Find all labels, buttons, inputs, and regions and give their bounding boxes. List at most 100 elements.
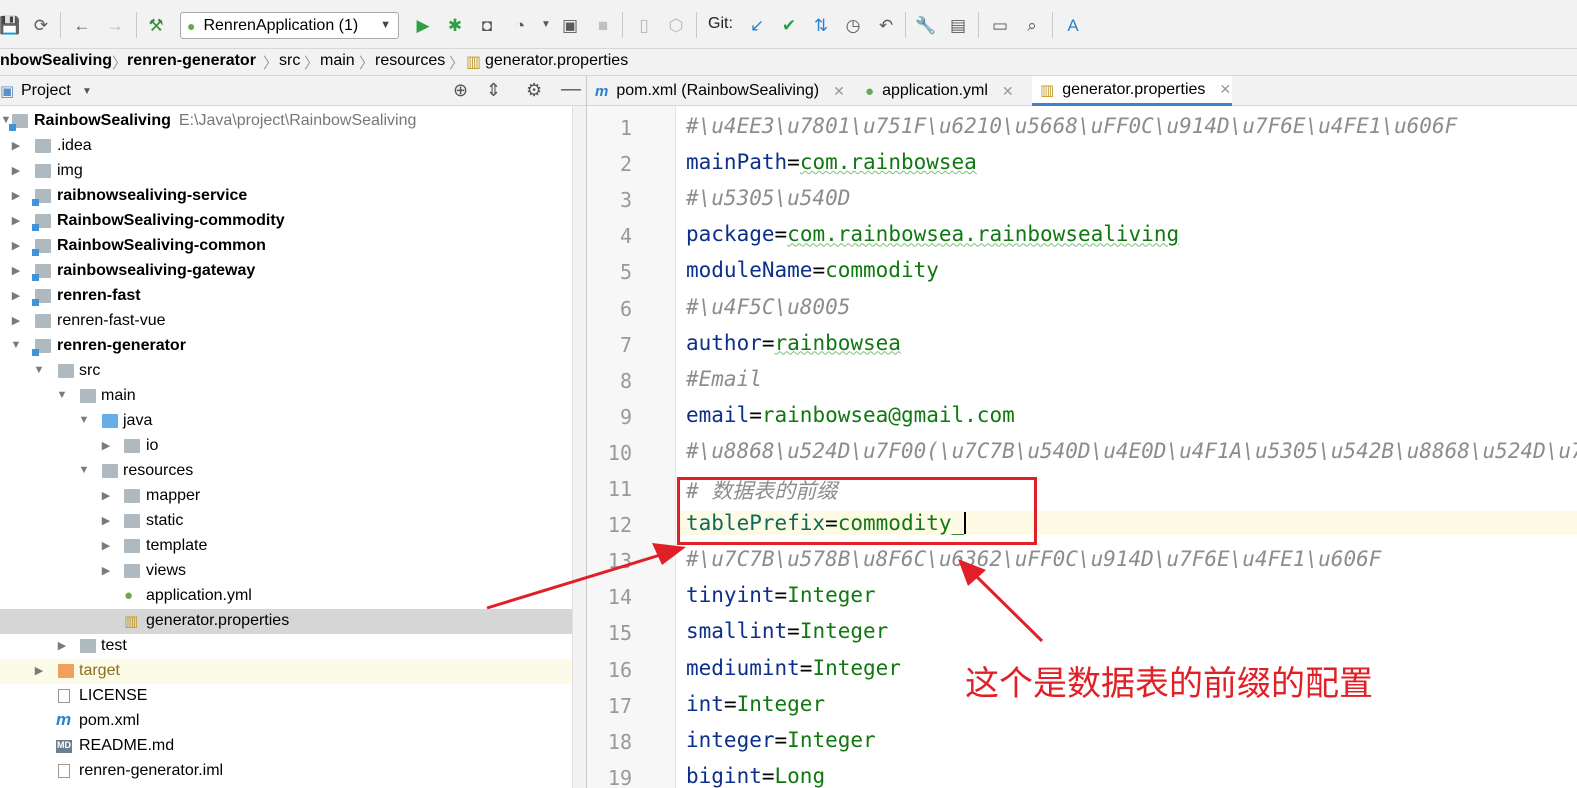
code-line[interactable]: #\u4F5C\u8005 bbox=[686, 295, 850, 319]
code-line[interactable]: int=Integer bbox=[686, 692, 825, 716]
tree-item-static[interactable]: ▶ static bbox=[0, 509, 572, 534]
chevron-right-icon[interactable]: ▶ bbox=[100, 564, 112, 577]
tree-item-pom-xml[interactable]: m pom.xml bbox=[0, 709, 572, 734]
tab-application-yml[interactable]: ● application.yml ✕ bbox=[857, 76, 1027, 106]
chevron-right-icon[interactable]: ▶ bbox=[10, 164, 22, 177]
more-run-options-icon[interactable]: ▼ bbox=[534, 13, 558, 37]
code-line[interactable]: smallint=Integer bbox=[686, 619, 888, 643]
code-line[interactable]: #\u8868\u524D\u7F00(\u7C7B\u540D\u4E0D\u… bbox=[686, 439, 1577, 463]
close-icon[interactable]: ✕ bbox=[1219, 81, 1231, 98]
tree-item-license[interactable]: LICENSE bbox=[0, 684, 572, 709]
code-line[interactable]: email=rainbowsea@gmail.com bbox=[686, 403, 1015, 427]
code-line[interactable]: mediumint=Integer bbox=[686, 656, 901, 680]
breadcrumb-item[interactable]: src bbox=[279, 52, 300, 70]
search-icon[interactable]: ⌕ bbox=[1020, 13, 1044, 37]
close-icon[interactable]: ✕ bbox=[833, 83, 845, 100]
collapse-all-icon[interactable]: ⇕ bbox=[486, 80, 501, 101]
tree-item-renren-fast[interactable]: ▶ renren-fast bbox=[0, 284, 572, 309]
breadcrumb-item[interactable]: nbowSealiving bbox=[0, 52, 112, 70]
chevron-right-icon[interactable]: ▶ bbox=[10, 189, 22, 202]
tree-item-renren-generator[interactable]: ▼ renren-generator bbox=[0, 334, 572, 359]
chevron-right-icon[interactable]: ▶ bbox=[10, 314, 22, 327]
chevron-right-icon[interactable]: ▶ bbox=[10, 264, 22, 277]
code-line[interactable]: #\u5305\u540D bbox=[686, 186, 850, 210]
tree-item-target[interactable]: ▶ target bbox=[0, 659, 572, 684]
debug-icon[interactable]: ✱ bbox=[443, 13, 467, 37]
tree-item-iml[interactable]: renren-generator.iml bbox=[0, 759, 572, 784]
rollback-icon[interactable]: ↶ bbox=[874, 13, 898, 37]
chevron-down-icon[interactable]: ▼ bbox=[78, 414, 90, 426]
code-line[interactable]: tinyint=Integer bbox=[686, 583, 876, 607]
tree-item-io[interactable]: ▶ io bbox=[0, 434, 572, 459]
code-line[interactable]: mainPath=com.rainbowsea bbox=[686, 150, 977, 174]
code-line[interactable]: integer=Integer bbox=[686, 728, 876, 752]
history-icon[interactable]: ◷ bbox=[841, 13, 865, 37]
attach-debugger-icon[interactable]: ▣ bbox=[558, 13, 582, 37]
save-icon[interactable]: 💾 bbox=[0, 13, 22, 37]
tree-item-views[interactable]: ▶ views bbox=[0, 559, 572, 584]
tree-item-common[interactable]: ▶ RainbowSealiving-common bbox=[0, 234, 572, 259]
chevron-right-icon[interactable]: ▶ bbox=[10, 289, 22, 302]
tree-item-renren-fast-vue[interactable]: ▶ renren-fast-vue bbox=[0, 309, 572, 334]
breadcrumb-item[interactable]: generator.properties bbox=[485, 52, 628, 70]
git-update-icon[interactable]: ↙ bbox=[745, 13, 769, 37]
run-configuration-dropdown[interactable]: ● RenrenApplication (1) ▼ bbox=[180, 12, 399, 39]
git-push-icon[interactable]: ⇅ bbox=[809, 13, 833, 37]
tree-item-idea[interactable]: ▶ .idea bbox=[0, 134, 572, 159]
sync-icon[interactable]: ⟳ bbox=[29, 13, 53, 37]
tree-item-img[interactable]: ▶ img bbox=[0, 159, 572, 184]
gear-icon[interactable]: ⚙ bbox=[526, 80, 542, 101]
chevron-right-icon[interactable]: ▶ bbox=[33, 664, 45, 677]
breadcrumb-item[interactable]: resources bbox=[375, 52, 445, 70]
back-icon[interactable]: ← bbox=[70, 13, 94, 37]
chevron-down-icon[interactable]: ▼ bbox=[33, 364, 45, 376]
terminal-icon[interactable]: ▭ bbox=[988, 13, 1012, 37]
translate-icon[interactable]: A bbox=[1061, 13, 1085, 37]
package-icon[interactable]: ⬡ bbox=[664, 13, 688, 37]
tree-item-src[interactable]: ▼ src bbox=[0, 359, 572, 384]
stop-icon[interactable]: ■ bbox=[591, 13, 615, 37]
tree-item-main[interactable]: ▼ main bbox=[0, 384, 572, 409]
code-line[interactable]: author=rainbowsea bbox=[686, 331, 901, 355]
chevron-right-icon[interactable]: ▶ bbox=[100, 439, 112, 452]
tree-item-gateway[interactable]: ▶ rainbowsealiving-gateway bbox=[0, 259, 572, 284]
chevron-right-icon[interactable]: ▶ bbox=[56, 639, 68, 652]
device-icon[interactable]: ▯ bbox=[632, 13, 656, 37]
code-line[interactable]: #\u7C7B\u578B\u8F6C\u6362\uFF0C\u914D\u7… bbox=[686, 547, 1381, 571]
chevron-down-icon[interactable]: ▼ bbox=[10, 339, 22, 351]
tab-pom-xml[interactable]: m pom.xml (RainbowSealiving) ✕ bbox=[587, 76, 854, 106]
chevron-down-icon[interactable]: ▼ bbox=[78, 464, 90, 476]
run-icon[interactable]: ▶ bbox=[411, 13, 435, 37]
breadcrumb-item[interactable]: main bbox=[320, 52, 355, 70]
close-icon[interactable]: ✕ bbox=[1002, 83, 1014, 100]
tree-item-application-yml[interactable]: ● application.yml bbox=[0, 584, 572, 609]
code-line[interactable]: bigint=Long bbox=[686, 764, 825, 788]
project-panel-title[interactable]: Project bbox=[21, 82, 71, 100]
tree-item-resources[interactable]: ▼ resources bbox=[0, 459, 572, 484]
code-line[interactable]: #Email bbox=[686, 367, 762, 391]
tab-generator-properties[interactable]: ▥ generator.properties ✕ bbox=[1032, 76, 1232, 106]
chevron-down-icon[interactable]: ▼ bbox=[82, 86, 92, 97]
tree-item-rainbowsealiving[interactable]: ▼ RainbowSealiving E:\Java\project\Rainbo… bbox=[0, 109, 572, 134]
coverage-icon[interactable]: ◘ bbox=[475, 13, 499, 37]
chevron-right-icon[interactable]: ▶ bbox=[100, 514, 112, 527]
tree-item-mapper[interactable]: ▶ mapper bbox=[0, 484, 572, 509]
project-structure-icon[interactable]: ▤ bbox=[946, 13, 970, 37]
code-line[interactable]: #\u4EE3\u7801\u751F\u6210\u5668\uFF0C\u9… bbox=[686, 114, 1457, 138]
hide-panel-icon[interactable]: — bbox=[561, 78, 581, 101]
tree-item-template[interactable]: ▶ template bbox=[0, 534, 572, 559]
tree-scrollbar[interactable] bbox=[572, 106, 586, 788]
forward-icon[interactable]: → bbox=[103, 13, 127, 37]
chevron-right-icon[interactable]: ▶ bbox=[10, 214, 22, 227]
tree-item-java[interactable]: ▼ java bbox=[0, 409, 572, 434]
profile-icon[interactable]: ◔ bbox=[508, 13, 532, 37]
tree-item-commodity[interactable]: ▶ RainbowSealiving-commodity bbox=[0, 209, 572, 234]
chevron-right-icon[interactable]: ▶ bbox=[10, 139, 22, 152]
locate-file-icon[interactable]: ⊕ bbox=[453, 80, 468, 101]
code-line[interactable]: moduleName=commodity bbox=[686, 258, 939, 282]
chevron-right-icon[interactable]: ▶ bbox=[100, 489, 112, 502]
build-hammer-icon[interactable]: ⚒ bbox=[144, 13, 168, 37]
code-line[interactable]: package=com.rainbowsea.rainbowsealiving bbox=[686, 222, 1179, 246]
chevron-down-icon[interactable]: ▼ bbox=[56, 389, 68, 401]
tree-item-readme[interactable]: MD README.md bbox=[0, 734, 572, 759]
